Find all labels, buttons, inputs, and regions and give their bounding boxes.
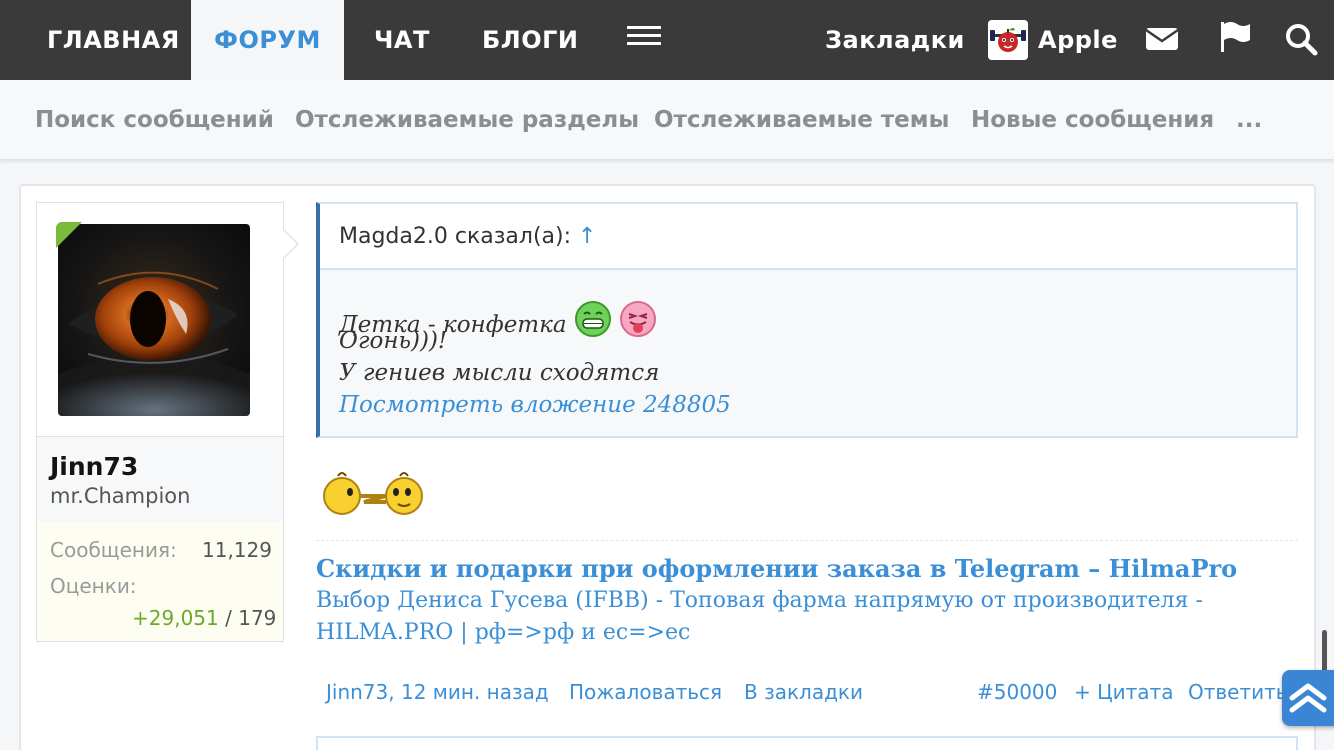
top-nav: ГЛАВНАЯ ФОРУМ ЧАТ БЛОГИ Закладки Apple: [0, 0, 1334, 80]
messages-label: Сообщения:: [50, 538, 177, 562]
ratings-total: 179: [238, 606, 277, 630]
menu-icon[interactable]: [627, 26, 661, 46]
report-link[interactable]: Пожаловаться: [569, 680, 722, 704]
attachment-link[interactable]: Посмотреть вложение 248805: [339, 392, 731, 418]
mail-icon[interactable]: [1145, 24, 1179, 52]
reply-button[interactable]: Ответить: [1188, 680, 1288, 704]
user-avatar-mini[interactable]: [988, 20, 1028, 60]
quote-button[interactable]: + Цитата: [1074, 680, 1173, 704]
quote-line-3: У гениев мысли сходятся: [339, 360, 660, 386]
bookmark-link[interactable]: В закладки: [744, 680, 863, 704]
grin-emoji-icon: [574, 300, 612, 338]
username[interactable]: Jinn73: [50, 452, 138, 481]
user-title: mr.Champion: [50, 484, 191, 508]
quote-block: Magda2.0 сказал(а): ↑ Детка - конфетка О…: [316, 202, 1298, 438]
quote-author-text: Magda2.0 сказал(а):: [339, 224, 572, 249]
subnav-more[interactable]: ...: [1236, 80, 1262, 160]
ratings-separator: /: [225, 606, 232, 630]
post-author-time[interactable]: Jinn73, 12 мин. назад: [326, 680, 549, 704]
nav-username[interactable]: Apple: [1038, 0, 1118, 80]
signature-line-1[interactable]: Выбор Дениса Гусева (IFBB) - Топовая фар…: [316, 588, 1216, 613]
avatar[interactable]: [58, 224, 250, 416]
ratings-positive: +29,051: [132, 606, 219, 630]
flag-icon[interactable]: [1218, 20, 1252, 54]
subnav-watched-forums[interactable]: Отслеживаемые разделы: [295, 80, 639, 160]
search-icon[interactable]: [1284, 22, 1318, 56]
user-card-arrow-inner: [282, 229, 297, 259]
signature-line-2[interactable]: HILMA.PRO | рф=>рф и ес=>ес: [316, 620, 1216, 645]
double-chevron-up-icon: [1289, 683, 1327, 713]
post-number-link[interactable]: #50000: [977, 680, 1057, 704]
quote-author[interactable]: Magda2.0 сказал(а): ↑: [339, 224, 596, 249]
signature-divider: [316, 540, 1298, 541]
nav-blogs[interactable]: БЛОГИ: [482, 0, 579, 80]
subnav-new-posts[interactable]: Новые сообщения: [971, 80, 1214, 160]
nav-bookmarks[interactable]: Закладки: [825, 0, 965, 80]
signature-title-link[interactable]: Скидки и подарки при оформлении заказа в…: [316, 554, 1237, 583]
nav-forum[interactable]: ФОРУМ: [191, 0, 344, 80]
subnav-watched-threads[interactable]: Отслеживаемые темы: [654, 80, 949, 160]
nav-chat[interactable]: ЧАТ: [374, 0, 430, 80]
sub-nav: Поиск сообщений Отслеживаемые разделы От…: [0, 80, 1334, 160]
quote-line-2: Огонь)))!: [339, 328, 448, 354]
next-post-preview: [316, 736, 1298, 750]
ratings-value: +29,051 / 179: [132, 606, 276, 630]
hug-emoji-icon: [320, 466, 426, 518]
quote-header: Magda2.0 сказал(а): ↑: [320, 204, 1296, 270]
scroll-to-top-button[interactable]: [1282, 670, 1334, 726]
quote-jump-arrow[interactable]: ↑: [578, 224, 596, 249]
online-indicator: [56, 222, 82, 248]
ratings-label: Оценки:: [50, 574, 137, 598]
tongue-emoji-icon: [619, 300, 657, 338]
nav-home[interactable]: ГЛАВНАЯ: [47, 0, 180, 80]
subnav-search-posts[interactable]: Поиск сообщений: [35, 80, 274, 160]
messages-count: 11,129: [202, 538, 272, 562]
